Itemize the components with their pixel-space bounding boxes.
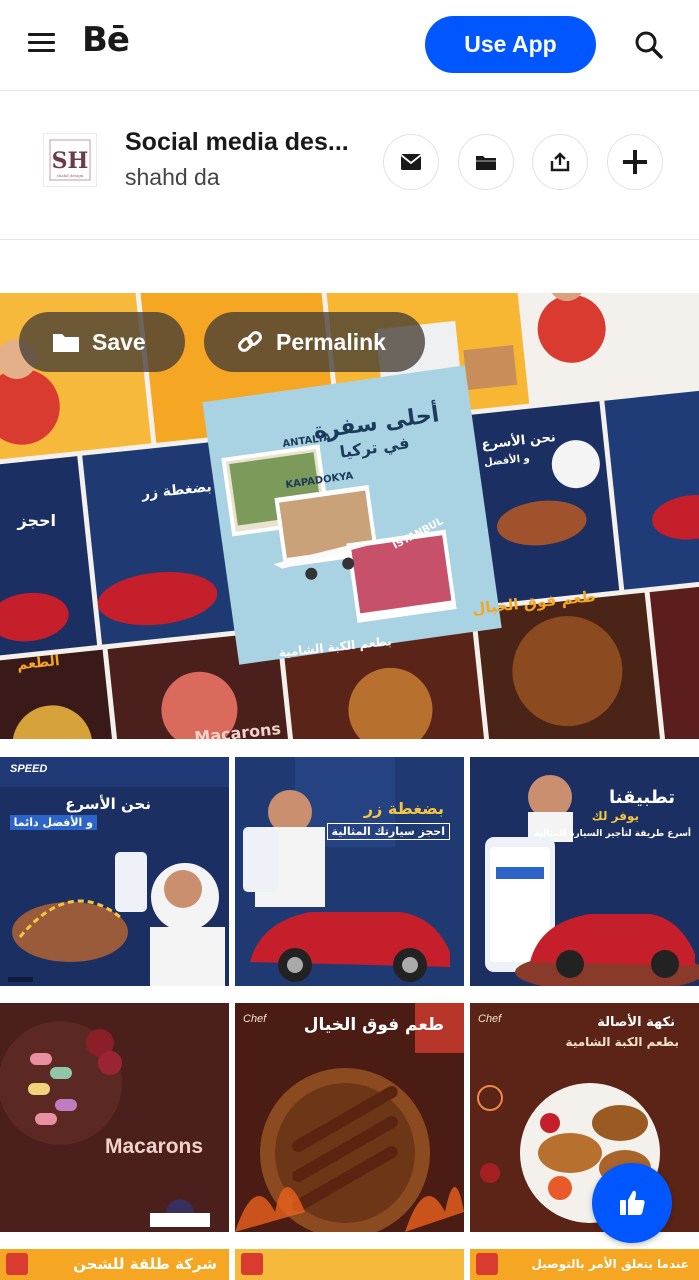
project-image-speed-1[interactable]: نحن الأسرع و الأفضل دائما SPEED [0, 757, 229, 986]
owner-avatar[interactable]: SH shahd design [44, 134, 96, 186]
speed-ad-1-art [0, 757, 229, 986]
speed-1-headline: نحن الأسرع [65, 795, 151, 813]
shipping-logo [476, 1253, 498, 1275]
speed-ad-2-art [235, 757, 464, 986]
folder-icon[interactable] [458, 134, 514, 190]
hamburger-icon[interactable] [28, 31, 56, 55]
search-icon[interactable] [630, 26, 668, 64]
permalink-button[interactable]: Permalink [204, 312, 425, 372]
speed-3-subline: يوفر لك [591, 809, 639, 823]
speed-1-subline: و الأفضل دائما [9, 815, 97, 830]
project-image-shipping-1[interactable]: شركة طلقة للشحن [0, 1249, 229, 1280]
mail-icon[interactable] [383, 134, 439, 190]
project-image-shipping-2[interactable] [235, 1249, 464, 1280]
plus-icon[interactable] [607, 134, 663, 190]
kubba-headline: نكهة الأصالة [597, 1015, 675, 1030]
folder-icon [53, 334, 79, 352]
svg-text:shahd design: shahd design [57, 173, 84, 178]
svg-text:احجز: احجز [17, 511, 57, 530]
project-image-kebab[interactable]: Chef طعم فوق الخيال [235, 1003, 464, 1232]
project-image-shipping-3[interactable]: عندما يتعلق الأمر بالتوصيل [470, 1249, 699, 1280]
link-icon [238, 331, 262, 352]
chef-logo-1: Chef [243, 1013, 267, 1025]
thumbs-up-icon [620, 1190, 645, 1215]
shipping-headline: شركة طلقة للشحن [73, 1255, 217, 1273]
shipping-3-headline: عندما يتعلق الأمر بالتوصيل [531, 1257, 689, 1271]
behance-logo[interactable]: Bē [82, 20, 130, 60]
speed-2-headline: بضغطة زر [363, 799, 444, 818]
speed-1-brand: SPEED [10, 763, 48, 775]
save-label: Save [92, 328, 146, 355]
kebab-ad-art [235, 1003, 464, 1232]
project-image-speed-2[interactable]: بضغطة زر احجز سيارتك المثالية [235, 757, 464, 986]
project-header: SH shahd design Social media des... shah… [0, 92, 699, 240]
top-bar: Bē Use App [0, 0, 699, 91]
project-image-speed-3[interactable]: تطبيقنا يوفر لك أسرع طريقة لتأجير السيار… [470, 757, 699, 986]
chef-logo-2: Chef [478, 1013, 502, 1025]
speed-2-subline: احجز سيارتك المثالية [326, 823, 450, 840]
shipping-logo [6, 1253, 28, 1275]
speed-3-headline: تطبيقنا [608, 787, 675, 808]
permalink-label: Permalink [276, 328, 386, 355]
share-icon[interactable] [532, 134, 588, 190]
project-title[interactable]: Social media des... [125, 128, 349, 157]
macarons-title: Macarons [105, 1135, 204, 1158]
svg-text:SH: SH [52, 148, 89, 174]
project-author[interactable]: shahd da [125, 164, 220, 191]
use-app-button[interactable]: Use App [425, 16, 596, 73]
shipping-logo [241, 1253, 263, 1275]
speed-3-tagline: أسرع طريقة لتأجير السيارة المثالية [533, 829, 691, 839]
kubba-subline: بطعم الكبة الشامية [565, 1035, 679, 1049]
save-button[interactable]: Save [19, 312, 185, 372]
appreciate-button[interactable] [592, 1163, 672, 1243]
macarons-ad-art [0, 1003, 229, 1232]
kebab-headline: طعم فوق الخيال [303, 1015, 444, 1035]
project-image-macarons[interactable]: Macarons [0, 1003, 229, 1232]
